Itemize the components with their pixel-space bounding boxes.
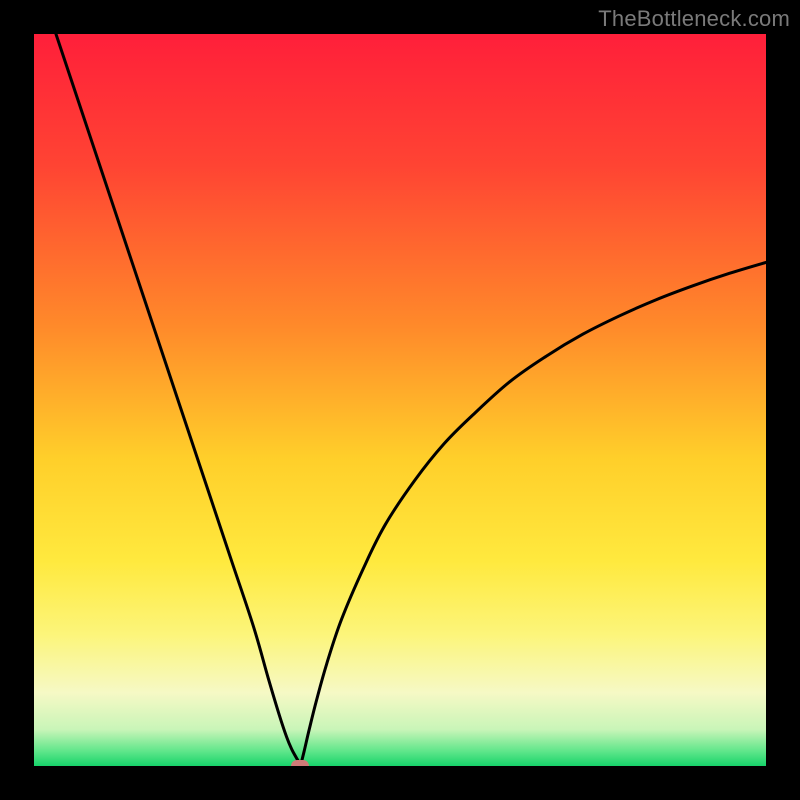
minimum-marker	[291, 760, 309, 766]
watermark-text: TheBottleneck.com	[598, 6, 790, 32]
curve-right-branch	[300, 262, 766, 766]
curve-left-branch	[56, 34, 300, 766]
plot-area	[34, 34, 766, 766]
bottleneck-curve	[34, 34, 766, 766]
chart-frame: TheBottleneck.com	[0, 0, 800, 800]
